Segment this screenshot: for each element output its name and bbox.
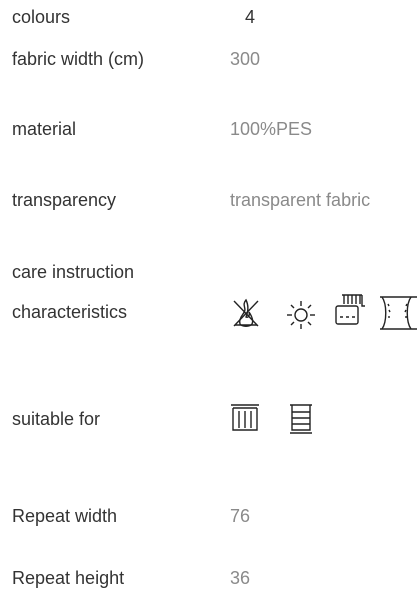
repeat-width-label: Repeat width <box>12 506 118 526</box>
suitable-for-label: suitable for <box>12 409 101 429</box>
transparency-label: transparency <box>12 190 117 210</box>
fabric-width-label: fabric width (cm) <box>12 49 145 69</box>
blind-panel-icon <box>287 402 315 436</box>
colours-label: colours <box>12 7 71 27</box>
lightfast-sun-icon <box>284 298 318 332</box>
colours-value: 4 <box>245 7 256 27</box>
repeat-width-value: 76 <box>230 506 251 526</box>
fabric-width-value: 300 <box>230 49 261 69</box>
transparency-value: transparent fabric <box>230 190 371 210</box>
curtain-washable-icon <box>332 292 368 330</box>
characteristics-label: characteristics <box>12 302 128 322</box>
repeat-height-label: Repeat height <box>12 568 125 588</box>
curtain-icon <box>228 402 262 436</box>
fabric-roll-icon <box>377 294 419 332</box>
care-instruction-label: care instruction <box>12 262 135 282</box>
material-value: 100%PES <box>230 119 313 139</box>
repeat-height-value: 36 <box>230 568 251 588</box>
flame-retardant-icon <box>229 296 263 330</box>
material-label: material <box>12 119 77 139</box>
